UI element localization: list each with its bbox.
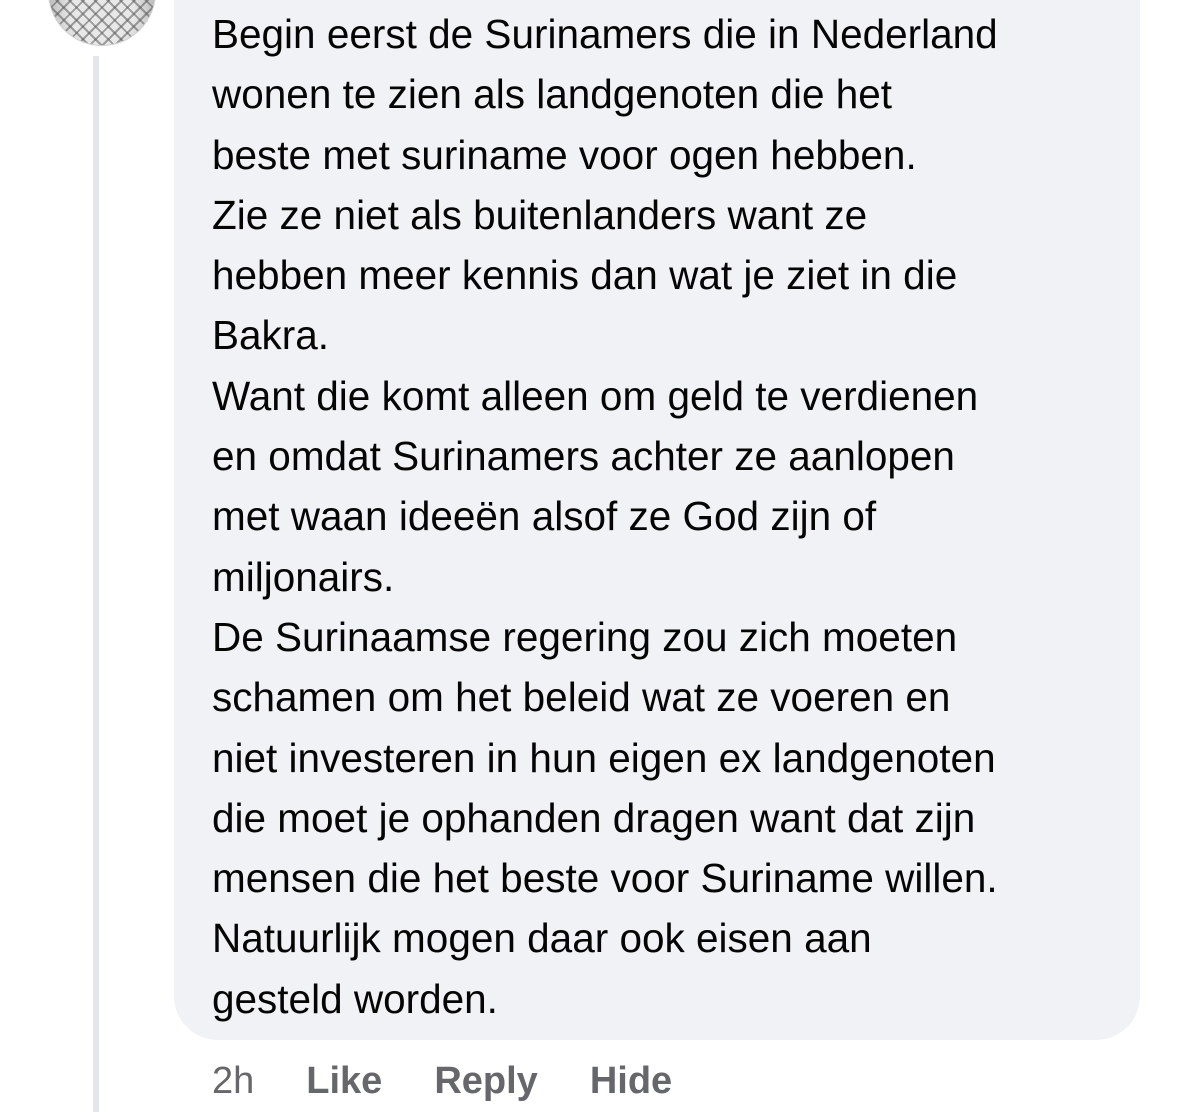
comment-line: en omdat Surinamers achter ze aanlopen — [212, 433, 955, 480]
comment-line: gesteld worden. — [212, 975, 498, 1022]
comment-line: Zie ze niet als buitenlanders want ze — [212, 191, 868, 238]
comment-line: niet investeren in hun eigen ex landgeno… — [212, 734, 996, 781]
thread-line — [93, 56, 99, 1112]
comment-line: met waan ideeën alsof ze God zijn of — [212, 493, 877, 540]
comment-line: Natuurlijk mogen daar ook eisen aan — [212, 915, 872, 962]
comment-line: schamen om het beleid wat ze voeren en — [212, 674, 951, 721]
comment-line: Bakra. — [212, 312, 330, 359]
comment-timestamp[interactable]: 2h — [212, 1060, 254, 1103]
hide-button[interactable]: Hide — [590, 1060, 672, 1103]
comment-line: miljonairs. — [212, 553, 395, 600]
comment-line: mensen die het beste voor Suriname wille… — [212, 855, 998, 902]
comment-line: Want die komt alleen om geld te verdiene… — [212, 372, 979, 419]
reply-button[interactable]: Reply — [434, 1060, 537, 1103]
comment-body: Begin eerst de Surinamers die in Nederla… — [212, 4, 1132, 1029]
like-button[interactable]: Like — [306, 1060, 382, 1103]
comment-line: Begin eerst de Surinamers die in Nederla… — [212, 11, 998, 57]
comment-line: De Surinaamse regering zou zich moeten — [212, 613, 958, 660]
comment-line: beste met suriname voor ogen hebben. — [212, 131, 917, 178]
comment-line: die moet je ophanden dragen want dat zij… — [212, 794, 976, 841]
commenter-avatar[interactable] — [48, 0, 156, 46]
comment-line: hebben meer kennis dan wat je ziet in di… — [212, 252, 958, 299]
comment-line: wonen te zien als landgenoten die het — [212, 71, 893, 118]
comment-actions: 2h Like Reply Hide — [212, 1056, 724, 1106]
